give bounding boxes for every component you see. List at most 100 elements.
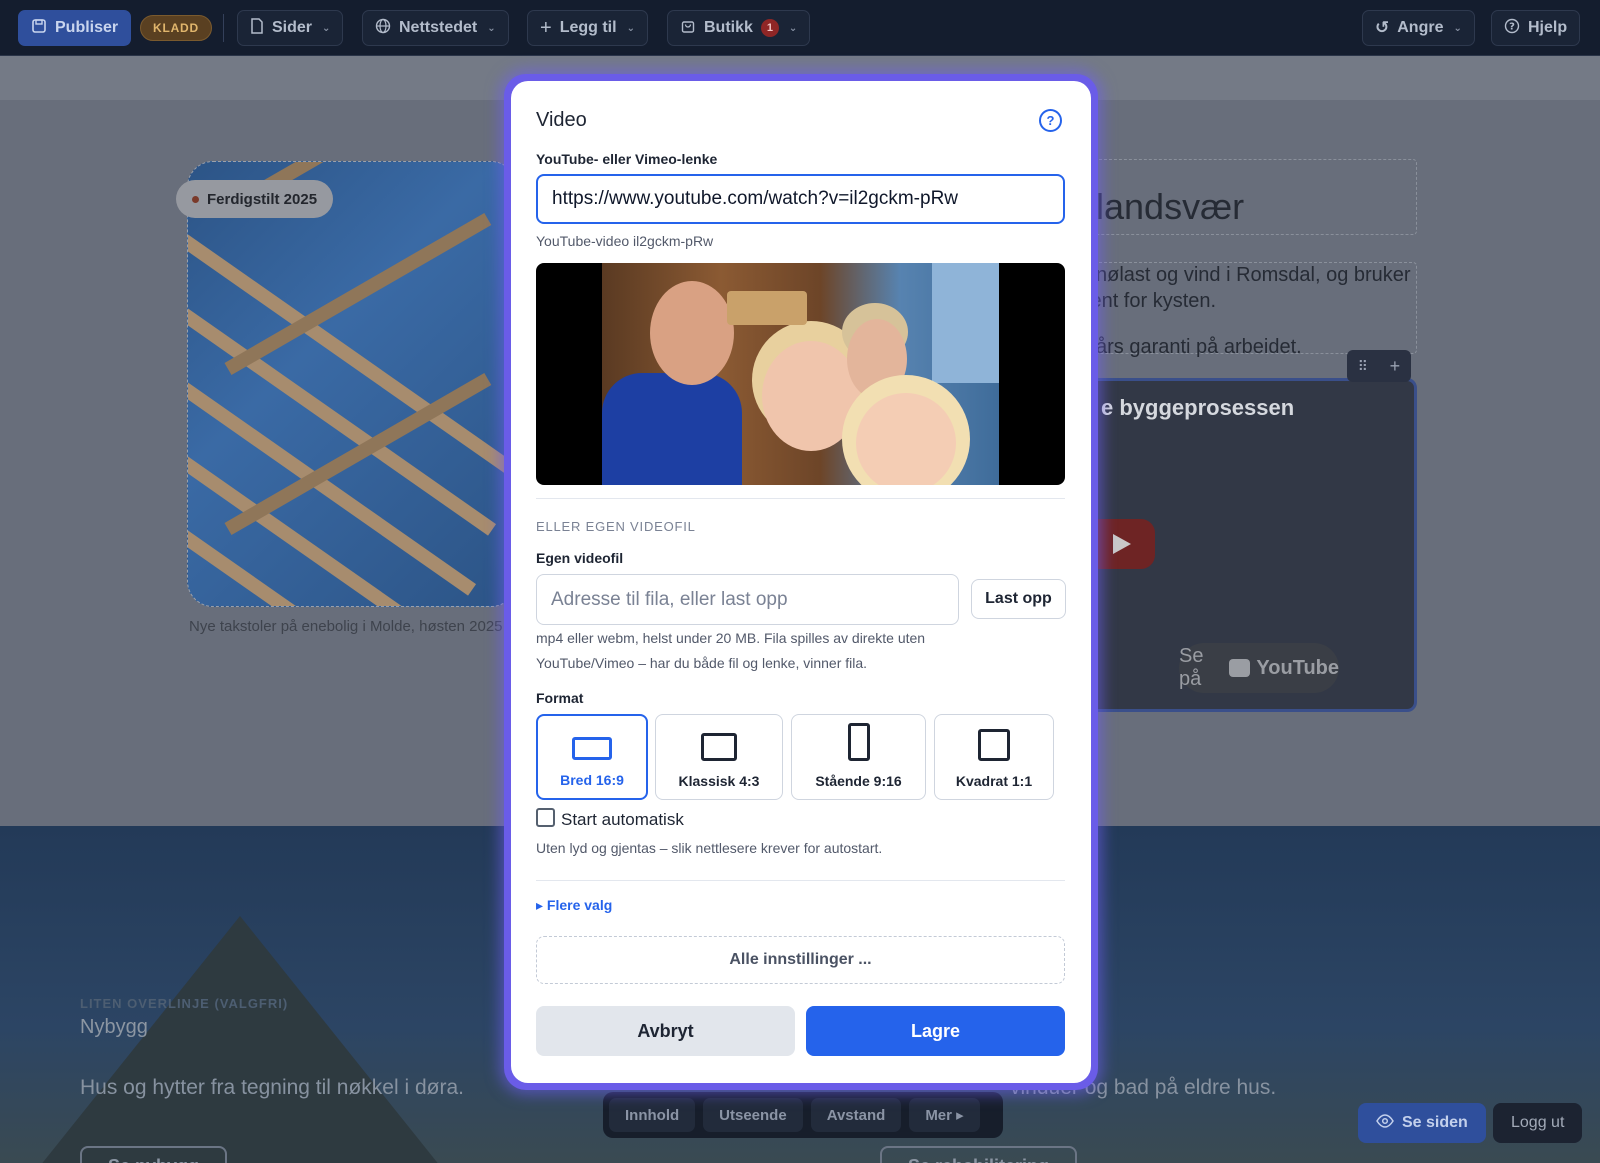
format-option-wide[interactable]: Bred 16:9: [536, 714, 648, 800]
more-options-toggle[interactable]: ▸ Flere valg: [536, 897, 612, 914]
status-chip-label: Ferdigstilt 2025: [207, 190, 318, 208]
youtube-brand-label: YouTube: [1256, 656, 1339, 679]
add-block-icon[interactable]: +: [1390, 356, 1401, 377]
own-video-section-label: ELLER EGEN VIDEOFIL: [536, 519, 696, 534]
help-button[interactable]: ? Hjelp: [1491, 10, 1581, 46]
globe-icon: [375, 18, 391, 39]
page-icon: [250, 17, 264, 39]
help-icon[interactable]: ?: [1039, 109, 1062, 132]
undo-icon: ↺: [1375, 18, 1390, 37]
save-button[interactable]: Lagre: [806, 1006, 1065, 1056]
url-hint: YouTube-video il2gckm-pRw: [536, 233, 714, 249]
shop-menu-button[interactable]: Butikk 1 ⌄: [667, 10, 811, 46]
pages-menu-button[interactable]: Sider ⌄: [237, 10, 344, 46]
status-chip: Ferdigstilt 2025: [176, 180, 334, 218]
chevron-down-icon: ⌄: [322, 22, 331, 34]
format-option-square[interactable]: Kvadrat 1:1: [934, 714, 1054, 800]
logout-button[interactable]: Logg ut: [1493, 1103, 1583, 1143]
autoplay-checkbox[interactable]: [536, 808, 555, 827]
paragraph-line-1: snølast og vind i Romsdal, og bruker: [1086, 264, 1411, 286]
video-file-input[interactable]: Adresse til fila, eller last opp: [536, 574, 959, 625]
aspect-4-3-icon: [701, 733, 737, 761]
project-photo[interactable]: [187, 161, 517, 607]
undo-menu-button[interactable]: ↺ Angre ⌄: [1362, 10, 1475, 46]
shop-label: Butikk: [704, 19, 753, 36]
site-label: Nettstedet: [399, 19, 478, 36]
file-field-label: Egen videofil: [536, 550, 624, 566]
upload-button[interactable]: Last opp: [971, 579, 1066, 619]
video-url-input[interactable]: https://www.youtube.com/watch?v=il2gckm-…: [536, 174, 1065, 224]
format-option-label: Bred 16:9: [560, 772, 624, 788]
undo-label: Angre: [1397, 19, 1444, 36]
eye-icon: [1376, 1113, 1394, 1133]
watch-on-youtube[interactable]: Se på YouTube: [1179, 643, 1339, 693]
add-label: Legg til: [559, 19, 617, 36]
plus-icon: +: [540, 16, 552, 39]
video-block-title: e byggeprosessen: [1101, 395, 1295, 420]
format-option-label: Stående 9:16: [815, 773, 902, 789]
shopping-bag-icon: [680, 18, 696, 39]
overline-placeholder[interactable]: LITEN OVERLINJE (VALGFRI): [80, 996, 288, 1011]
tab-more[interactable]: Mer ▸: [909, 1098, 980, 1132]
tab-spacing[interactable]: Avstand: [810, 1098, 902, 1132]
video-thumbnail: [602, 263, 999, 485]
cancel-button[interactable]: Avbryt: [536, 1006, 795, 1056]
autoplay-hint: Uten lyd og gjentas – slik nettlesere kr…: [536, 840, 883, 856]
site-menu-button[interactable]: Nettstedet ⌄: [362, 10, 509, 46]
format-option-portrait[interactable]: Stående 9:16: [791, 714, 926, 800]
autoplay-label[interactable]: Start automatisk: [561, 810, 684, 830]
view-site-button[interactable]: Se siden: [1358, 1103, 1486, 1143]
section-heading: tlandsvær: [1086, 186, 1245, 227]
publish-label: Publiser: [55, 19, 119, 36]
svg-text:?: ?: [1509, 21, 1515, 32]
chevron-down-icon: ⌄: [1453, 22, 1462, 34]
toolbar-divider: [223, 14, 224, 42]
publish-button[interactable]: Publiser: [18, 10, 132, 46]
aspect-1-1-icon: [978, 729, 1010, 761]
format-option-label: Klassisk 4:3: [678, 773, 760, 789]
section-divider: [536, 498, 1065, 499]
hero-left-text: Hus og hytter fra tegning til nøkkel i d…: [80, 1076, 464, 1099]
mountain-graphic: [40, 916, 440, 1163]
top-toolbar: Publiser KLADD Sider ⌄ Nettstedet ⌄ + Le…: [0, 0, 1600, 56]
block-edit-dock: Innhold Utseende Avstand Mer ▸: [603, 1092, 1003, 1138]
drag-handle-icon[interactable]: ⠿: [1358, 358, 1368, 375]
paragraph-guarantee: i års garanti på arbeidet.: [1086, 336, 1302, 358]
chevron-down-icon: ⌄: [487, 22, 496, 34]
video-settings-dialog: Video ? YouTube- eller Vimeo-lenke https…: [511, 81, 1091, 1083]
shop-count-badge: 1: [760, 19, 779, 37]
block-controls: ⠿ +: [1347, 350, 1411, 382]
section-divider: [536, 880, 1065, 881]
youtube-logo-icon: [1228, 659, 1251, 677]
pages-label: Sider: [272, 19, 313, 36]
chevron-down-icon: ⌄: [626, 22, 635, 34]
video-preview[interactable]: [536, 263, 1065, 485]
url-field-label: YouTube- eller Vimeo-lenke: [536, 151, 718, 167]
view-site-label: Se siden: [1402, 1114, 1468, 1131]
aspect-9-16-icon: [847, 723, 870, 761]
add-menu-button[interactable]: + Legg til ⌄: [527, 10, 648, 46]
aspect-16-9-icon: [572, 737, 612, 760]
paragraph-line-2: jent for kysten.: [1086, 290, 1217, 312]
photo-caption: Nye takstoler på enebolig i Molde, høste…: [189, 618, 503, 635]
watch-label: Se på: [1179, 645, 1204, 690]
see-renovation-button[interactable]: Se rehabilitering: [880, 1146, 1078, 1163]
status-dot-icon: [192, 195, 199, 203]
file-hint-line-1: mp4 eller webm, helst under 20 MB. Fila …: [536, 630, 926, 646]
tab-appearance[interactable]: Utseende: [703, 1098, 803, 1132]
file-hint-line-2: YouTube/Vimeo – har du både fil og lenke…: [536, 655, 868, 671]
tab-content[interactable]: Innhold: [609, 1098, 696, 1132]
dialog-title: Video: [536, 109, 587, 131]
see-new-builds-button[interactable]: Se nybygg: [80, 1146, 228, 1163]
all-settings-button[interactable]: Alle innstillinger ...: [536, 936, 1065, 984]
save-disk-icon: [31, 18, 47, 39]
help-circle-icon: ?: [1504, 18, 1520, 39]
help-label: Hjelp: [1528, 19, 1568, 36]
format-label: Format: [536, 690, 584, 706]
overline-value[interactable]: Nybygg: [80, 1016, 148, 1039]
format-option-classic[interactable]: Klassisk 4:3: [655, 714, 783, 800]
chevron-down-icon: ⌄: [788, 22, 798, 34]
format-option-label: Kvadrat 1:1: [955, 773, 1033, 789]
video-block[interactable]: e byggeprosessen Se på YouTube: [1080, 378, 1417, 712]
draft-badge: KLADD: [140, 15, 212, 41]
